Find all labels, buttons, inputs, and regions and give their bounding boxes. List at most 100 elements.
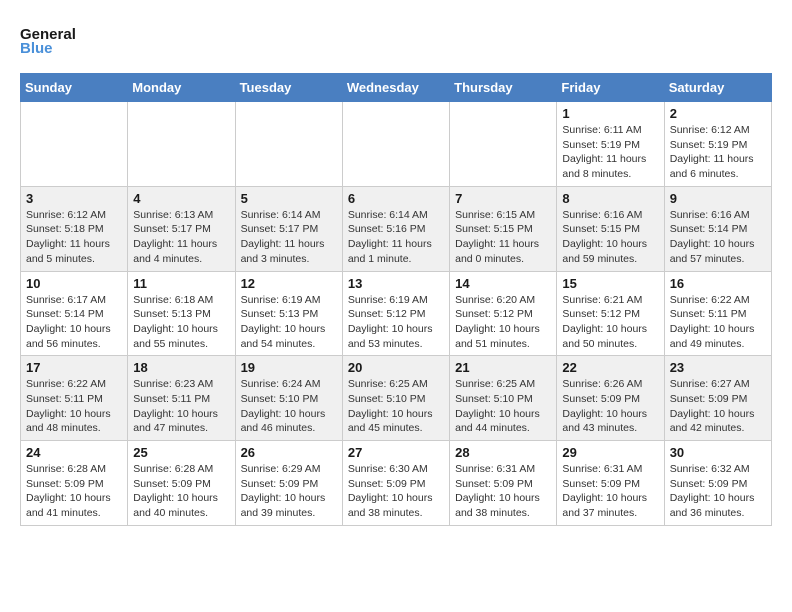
day-number: 23 xyxy=(670,360,766,375)
logo-blue: Blue xyxy=(20,40,76,57)
calendar-cell: 19Sunrise: 6:24 AM Sunset: 5:10 PM Dayli… xyxy=(235,356,342,441)
calendar-cell: 20 Sunrise: 6:25 AM Sunset: 5:10 PM Dayli… xyxy=(342,356,449,441)
calendar-week-row: 17 Sunrise: 6:22 AM Sunset: 5:11 PM Dayli… xyxy=(21,356,772,441)
day-number: 29 xyxy=(562,445,658,460)
column-header-monday: Monday xyxy=(128,74,235,102)
calendar-cell: 25 Sunrise: 6:28 AM Sunset: 5:09 PM Dayli… xyxy=(128,441,235,526)
day-number: 2 xyxy=(670,106,766,121)
day-info: Sunrise: 6:16 AM Sunset: 5:14 PM Dayligh… xyxy=(670,208,766,267)
day-number: 10 xyxy=(26,276,122,291)
calendar-cell: 11 Sunrise: 6:18 AM Sunset: 5:13 PM Dayli… xyxy=(128,271,235,356)
calendar-week-row: 10Sunrise: 6:17 AM Sunset: 5:14 PM Dayli… xyxy=(21,271,772,356)
day-info: Sunrise: 6:16 AM Sunset: 5:15 PM Dayligh… xyxy=(562,208,658,267)
day-number: 16 xyxy=(670,276,766,291)
calendar-cell: 15 Sunrise: 6:21 AM Sunset: 5:12 PM Dayli… xyxy=(557,271,664,356)
day-number: 6 xyxy=(348,191,444,206)
calendar-cell: 1 Sunrise: 6:11 AM Sunset: 5:19 PM Daylig… xyxy=(557,102,664,187)
calendar-cell: 3 Sunrise: 6:12 AM Sunset: 5:18 PM Daylig… xyxy=(21,186,128,271)
day-info: Sunrise: 6:28 AM Sunset: 5:09 PM Dayligh… xyxy=(26,462,122,521)
day-info: Sunrise: 6:32 AM Sunset: 5:09 PM Dayligh… xyxy=(670,462,766,521)
day-info: Sunrise: 6:21 AM Sunset: 5:12 PM Dayligh… xyxy=(562,293,658,352)
calendar-cell: 18Sunrise: 6:23 AM Sunset: 5:11 PM Dayli… xyxy=(128,356,235,441)
calendar-week-row: 3 Sunrise: 6:12 AM Sunset: 5:18 PM Daylig… xyxy=(21,186,772,271)
day-info: Sunrise: 6:22 AM Sunset: 5:11 PM Dayligh… xyxy=(26,377,122,436)
day-info: Sunrise: 6:14 AM Sunset: 5:16 PM Dayligh… xyxy=(348,208,444,267)
day-info: Sunrise: 6:19 AM Sunset: 5:12 PM Dayligh… xyxy=(348,293,444,352)
day-info: Sunrise: 6:13 AM Sunset: 5:17 PM Dayligh… xyxy=(133,208,229,267)
calendar-cell: 8 Sunrise: 6:16 AM Sunset: 5:15 PM Daylig… xyxy=(557,186,664,271)
calendar-cell xyxy=(235,102,342,187)
day-number: 27 xyxy=(348,445,444,460)
day-number: 25 xyxy=(133,445,229,460)
day-info: Sunrise: 6:19 AM Sunset: 5:13 PM Dayligh… xyxy=(241,293,337,352)
day-info: Sunrise: 6:27 AM Sunset: 5:09 PM Dayligh… xyxy=(670,377,766,436)
logo: General Blue General Blue xyxy=(20,24,76,57)
calendar-cell: 22Sunrise: 6:26 AM Sunset: 5:09 PM Dayli… xyxy=(557,356,664,441)
calendar-cell xyxy=(21,102,128,187)
calendar-cell: 2 Sunrise: 6:12 AM Sunset: 5:19 PM Daylig… xyxy=(664,102,771,187)
day-number: 24 xyxy=(26,445,122,460)
day-number: 1 xyxy=(562,106,658,121)
day-number: 14 xyxy=(455,276,551,291)
day-info: Sunrise: 6:29 AM Sunset: 5:09 PM Dayligh… xyxy=(241,462,337,521)
calendar-cell: 28 Sunrise: 6:31 AM Sunset: 5:09 PM Dayli… xyxy=(450,441,557,526)
day-number: 7 xyxy=(455,191,551,206)
day-info: Sunrise: 6:14 AM Sunset: 5:17 PM Dayligh… xyxy=(241,208,337,267)
calendar-cell: 16 Sunrise: 6:22 AM Sunset: 5:11 PM Dayli… xyxy=(664,271,771,356)
day-number: 30 xyxy=(670,445,766,460)
calendar-cell: 21 Sunrise: 6:25 AM Sunset: 5:10 PM Dayli… xyxy=(450,356,557,441)
day-info: Sunrise: 6:25 AM Sunset: 5:10 PM Dayligh… xyxy=(348,377,444,436)
calendar-cell: 9 Sunrise: 6:16 AM Sunset: 5:14 PM Daylig… xyxy=(664,186,771,271)
day-number: 21 xyxy=(455,360,551,375)
day-info: Sunrise: 6:28 AM Sunset: 5:09 PM Dayligh… xyxy=(133,462,229,521)
day-number: 3 xyxy=(26,191,122,206)
day-info: Sunrise: 6:31 AM Sunset: 5:09 PM Dayligh… xyxy=(562,462,658,521)
day-number: 18 xyxy=(133,360,229,375)
day-number: 8 xyxy=(562,191,658,206)
calendar-cell xyxy=(342,102,449,187)
calendar-cell: 30 Sunrise: 6:32 AM Sunset: 5:09 PM Dayli… xyxy=(664,441,771,526)
calendar-cell: 26 Sunrise: 6:29 AM Sunset: 5:09 PM Dayli… xyxy=(235,441,342,526)
calendar-cell: 5Sunrise: 6:14 AM Sunset: 5:17 PM Daylig… xyxy=(235,186,342,271)
day-number: 22 xyxy=(562,360,658,375)
column-header-friday: Friday xyxy=(557,74,664,102)
day-info: Sunrise: 6:31 AM Sunset: 5:09 PM Dayligh… xyxy=(455,462,551,521)
calendar-cell: 17 Sunrise: 6:22 AM Sunset: 5:11 PM Dayli… xyxy=(21,356,128,441)
column-header-tuesday: Tuesday xyxy=(235,74,342,102)
calendar-header-row: SundayMondayTuesdayWednesdayThursdayFrid… xyxy=(21,74,772,102)
day-number: 28 xyxy=(455,445,551,460)
day-info: Sunrise: 6:20 AM Sunset: 5:12 PM Dayligh… xyxy=(455,293,551,352)
day-info: Sunrise: 6:12 AM Sunset: 5:19 PM Dayligh… xyxy=(670,123,766,182)
calendar-cell: 10Sunrise: 6:17 AM Sunset: 5:14 PM Dayli… xyxy=(21,271,128,356)
day-info: Sunrise: 6:22 AM Sunset: 5:11 PM Dayligh… xyxy=(670,293,766,352)
day-number: 26 xyxy=(241,445,337,460)
calendar-cell: 23 Sunrise: 6:27 AM Sunset: 5:09 PM Dayli… xyxy=(664,356,771,441)
day-number: 12 xyxy=(241,276,337,291)
day-info: Sunrise: 6:12 AM Sunset: 5:18 PM Dayligh… xyxy=(26,208,122,267)
calendar-cell: 27 Sunrise: 6:30 AM Sunset: 5:09 PM Dayli… xyxy=(342,441,449,526)
day-info: Sunrise: 6:18 AM Sunset: 5:13 PM Dayligh… xyxy=(133,293,229,352)
day-info: Sunrise: 6:25 AM Sunset: 5:10 PM Dayligh… xyxy=(455,377,551,436)
calendar-cell: 7Sunrise: 6:15 AM Sunset: 5:15 PM Daylig… xyxy=(450,186,557,271)
day-info: Sunrise: 6:11 AM Sunset: 5:19 PM Dayligh… xyxy=(562,123,658,182)
calendar-cell: 29 Sunrise: 6:31 AM Sunset: 5:09 PM Dayli… xyxy=(557,441,664,526)
day-info: Sunrise: 6:24 AM Sunset: 5:10 PM Dayligh… xyxy=(241,377,337,436)
calendar-cell: 12 Sunrise: 6:19 AM Sunset: 5:13 PM Dayli… xyxy=(235,271,342,356)
day-number: 20 xyxy=(348,360,444,375)
day-number: 11 xyxy=(133,276,229,291)
calendar-week-row: 1 Sunrise: 6:11 AM Sunset: 5:19 PM Daylig… xyxy=(21,102,772,187)
calendar-cell: 14 Sunrise: 6:20 AM Sunset: 5:12 PM Dayli… xyxy=(450,271,557,356)
calendar-cell: 6 Sunrise: 6:14 AM Sunset: 5:16 PM Daylig… xyxy=(342,186,449,271)
page-header: General Blue General Blue xyxy=(20,20,772,57)
day-number: 9 xyxy=(670,191,766,206)
calendar-cell: 24 Sunrise: 6:28 AM Sunset: 5:09 PM Dayli… xyxy=(21,441,128,526)
column-header-thursday: Thursday xyxy=(450,74,557,102)
calendar-week-row: 24 Sunrise: 6:28 AM Sunset: 5:09 PM Dayli… xyxy=(21,441,772,526)
day-number: 17 xyxy=(26,360,122,375)
day-number: 15 xyxy=(562,276,658,291)
day-number: 4 xyxy=(133,191,229,206)
calendar-cell: 4 Sunrise: 6:13 AM Sunset: 5:17 PM Daylig… xyxy=(128,186,235,271)
column-header-saturday: Saturday xyxy=(664,74,771,102)
day-number: 13 xyxy=(348,276,444,291)
day-info: Sunrise: 6:30 AM Sunset: 5:09 PM Dayligh… xyxy=(348,462,444,521)
